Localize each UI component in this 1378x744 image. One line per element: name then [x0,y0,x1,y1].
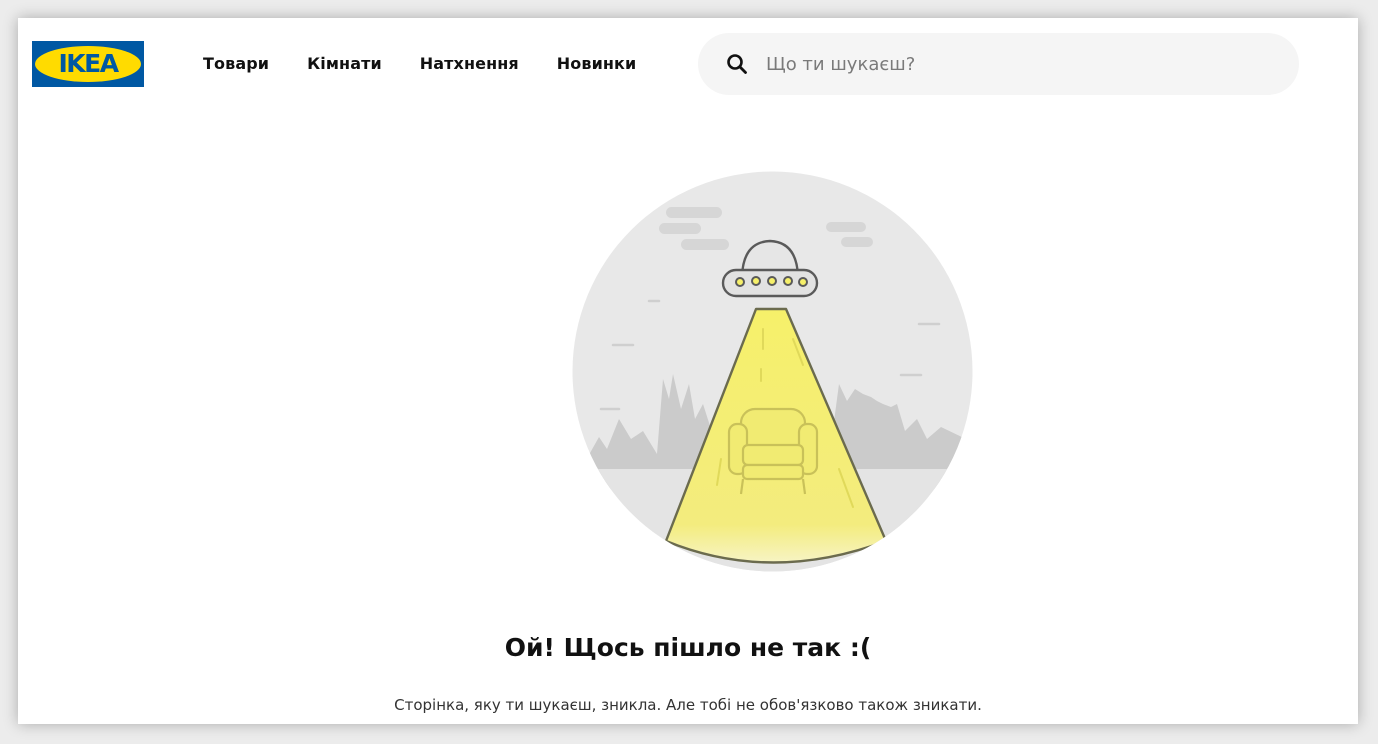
nav-item-rooms[interactable]: Кімнати [307,51,382,77]
nav-item-inspiration[interactable]: Натхнення [420,51,519,77]
nav-item-products[interactable]: Товари [203,51,269,77]
nav-item-new[interactable]: Новинки [557,51,637,77]
error-title: Ой! Щось пішло не так :( [504,633,872,662]
ufo-abducting-armchair-illustration [572,171,973,572]
search-input[interactable] [766,53,1246,75]
search-icon[interactable] [726,53,748,75]
error-message: Сторінка, яку ти шукаєш, зникла. Але тоб… [394,696,982,714]
ikea-logo[interactable]: IKEA [32,41,144,87]
main-nav: Товари Кімнати Натхнення Новинки [203,51,636,77]
logo-text: IKEA [58,49,119,78]
browser-page: IKEA Товари Кімнати Натхнення Новинки Що… [18,18,1358,724]
search-bar[interactable] [698,33,1299,95]
